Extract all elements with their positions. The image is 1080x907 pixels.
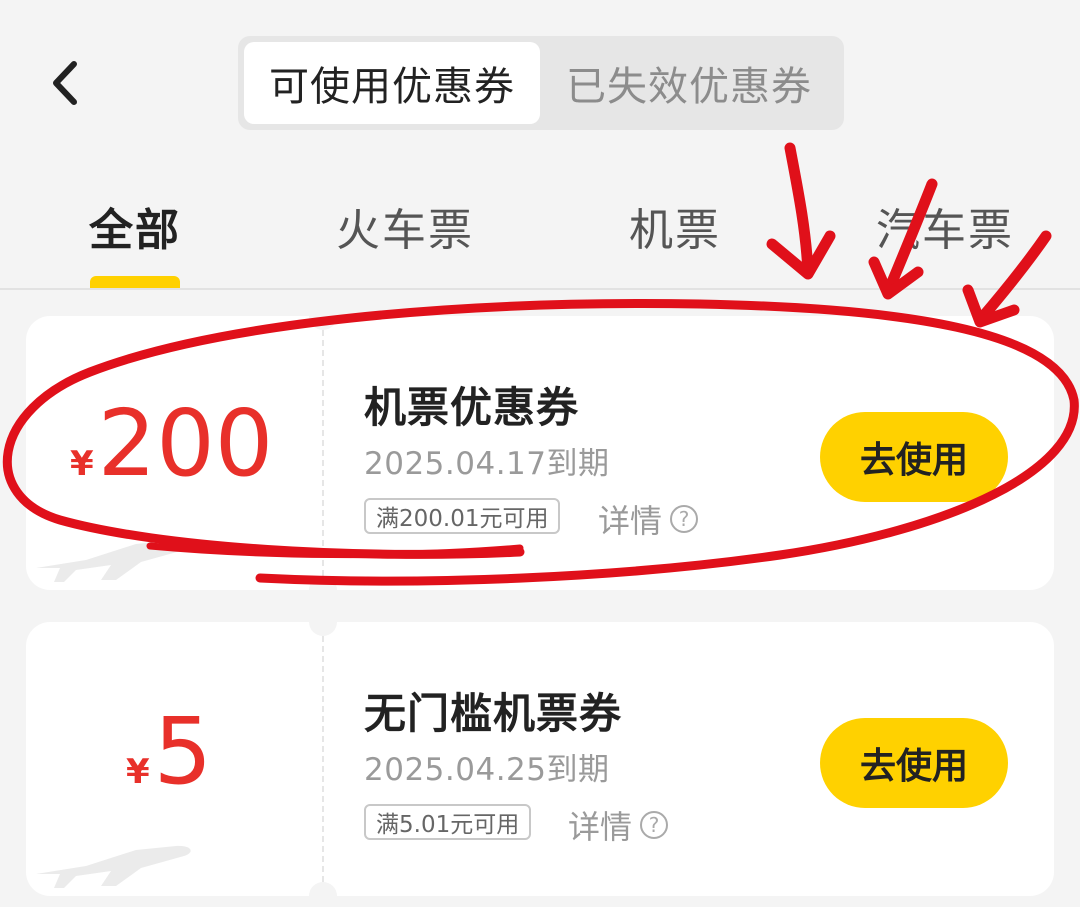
active-tab-indicator [90,276,180,288]
card-divider [322,636,324,882]
coupon-amount: ¥ 5 [126,706,212,798]
card-divider [322,330,324,576]
coupon-value-area: ¥ 5 [26,622,322,896]
back-button[interactable] [40,58,90,108]
detail-link[interactable]: 详情 ? [598,496,699,542]
tab-all[interactable]: 全部 [89,194,181,258]
airplane-icon [36,539,191,582]
segment-available-coupons[interactable]: 可使用优惠券 [244,42,540,124]
coupon-value: 5 [153,698,213,805]
coupon-title: 机票优惠券 [364,383,580,432]
tab-bus[interactable]: 汽车票 [876,194,1014,258]
coupon-card: ¥ 5 无门槛机票券 2025.04.25到期 满5.01元可用 详情 ? 去使… [26,622,1054,896]
coupon-expiry: 2025.04.25到期 [364,752,610,788]
coupon-status-switch: 可使用优惠券 已失效优惠券 [238,36,844,130]
detail-label: 详情 [598,502,663,540]
coupon-value: 200 [97,390,274,497]
usage-condition-badge: 满200.01元可用 [364,498,561,534]
question-mark-icon: ? [640,811,669,839]
coupon-value-area: ¥ 200 [26,316,322,590]
question-mark-icon: ? [670,505,699,533]
coupon-expiry: 2025.04.17到期 [364,446,610,482]
use-coupon-button[interactable]: 去使用 [820,412,1008,502]
airplane-icon [36,845,191,888]
detail-link[interactable]: 详情 ? [568,802,669,848]
segment-expired-coupons[interactable]: 已失效优惠券 [540,42,838,124]
tab-train[interactable]: 火车票 [336,194,474,258]
coupon-amount: ¥ 200 [70,398,273,490]
currency-symbol: ¥ [126,752,150,792]
category-tabs: 全部 火车票 机票 汽车票 [0,180,1080,290]
usage-condition-badge: 满5.01元可用 [364,804,532,840]
coupon-card: ¥ 200 机票优惠券 2025.04.17到期 满200.01元可用 详情 ?… [26,316,1054,590]
currency-symbol: ¥ [70,444,94,484]
chevron-left-icon [53,61,77,105]
use-coupon-button[interactable]: 去使用 [820,718,1008,808]
detail-label: 详情 [568,808,633,846]
coupon-title: 无门槛机票券 [364,689,623,738]
tab-flight[interactable]: 机票 [629,194,721,258]
